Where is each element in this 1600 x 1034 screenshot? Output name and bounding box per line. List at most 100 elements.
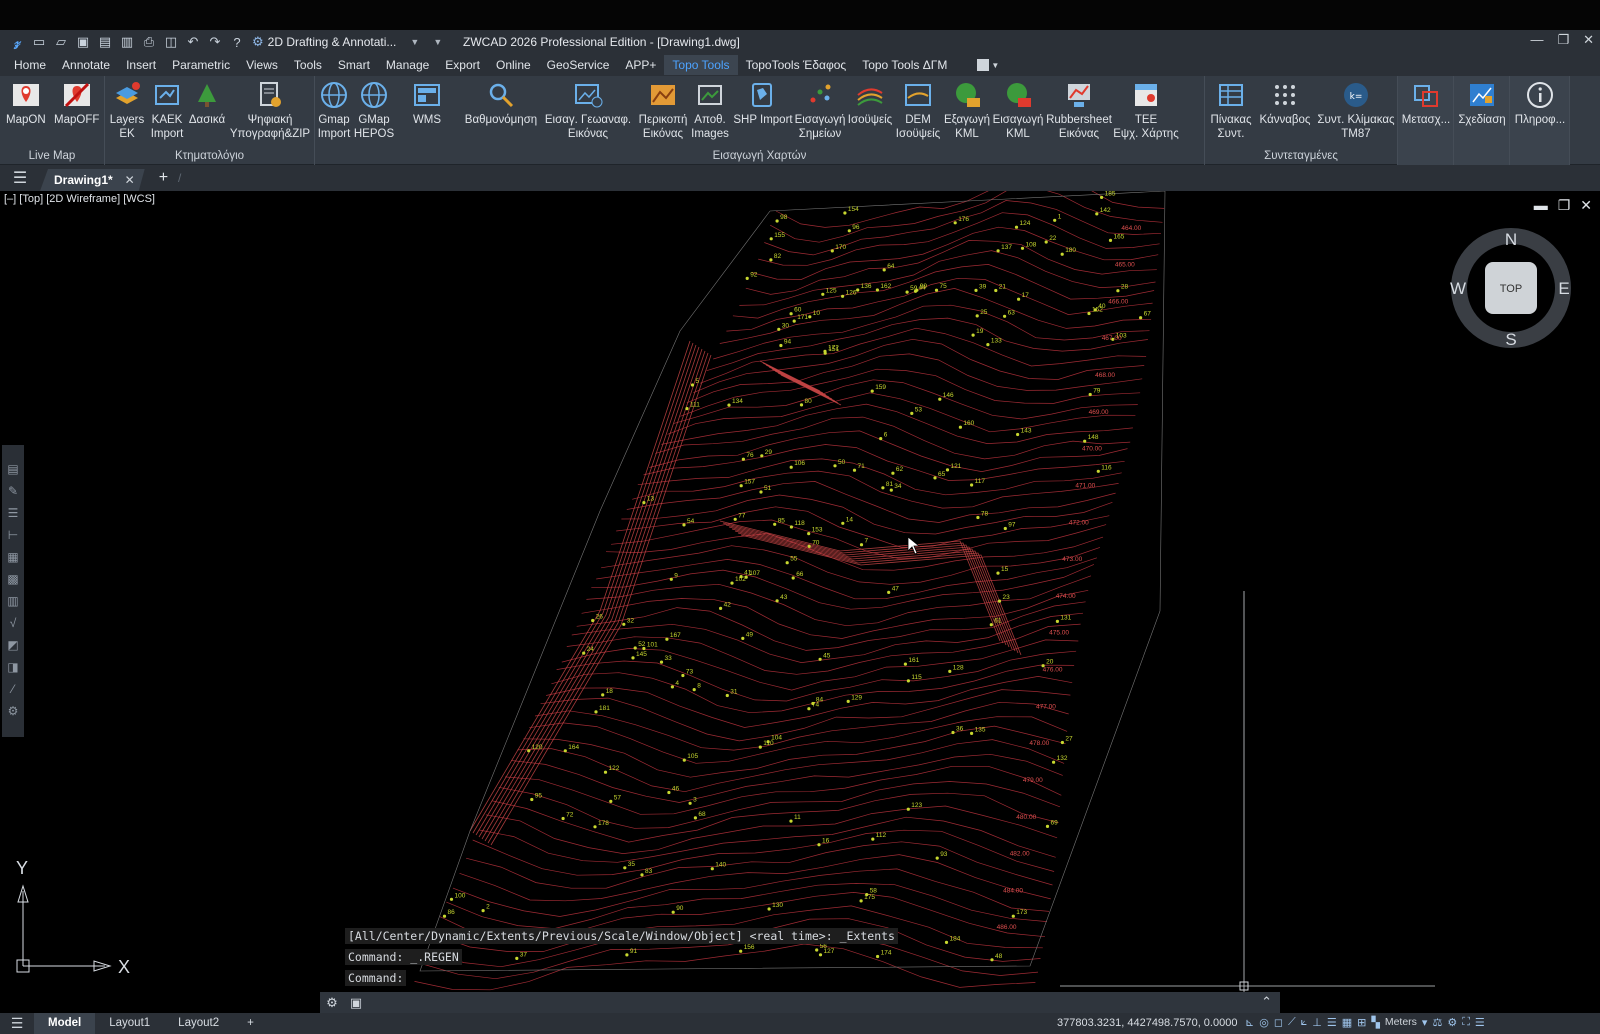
- palette-edit-icon[interactable]: ✎: [6, 483, 20, 499]
- compass-east[interactable]: E: [1558, 279, 1569, 298]
- mapon-button[interactable]: MapON: [6, 80, 46, 127]
- viewport-minimize-icon[interactable]: ▬: [1534, 197, 1548, 214]
- tab-layout1[interactable]: Layout1: [95, 1013, 164, 1034]
- customize-status-icon[interactable]: ☰: [1475, 1016, 1485, 1029]
- mapoff-button[interactable]: MapOFF: [54, 80, 99, 127]
- layers-ek-button[interactable]: Layers ΕΚ: [110, 80, 144, 141]
- save-as-icon[interactable]: ▤: [96, 33, 114, 51]
- customize-toolbar-icon[interactable]: ▼: [433, 37, 442, 47]
- new-tab-button[interactable]: +: [159, 169, 168, 187]
- import-points-button[interactable]: Εισαγωγή Σημείων: [795, 80, 845, 141]
- command-prompt-icon[interactable]: ▣: [344, 995, 368, 1011]
- command-line-bar[interactable]: ⚙ ▣ ⌃: [320, 992, 1280, 1013]
- menu-parametric[interactable]: Parametric: [164, 55, 238, 75]
- compass-north[interactable]: N: [1505, 230, 1517, 249]
- hamburger-menu-icon[interactable]: ☰: [0, 168, 40, 188]
- viewcube-top-face[interactable]: TOP: [1500, 283, 1522, 295]
- dem-contours-button[interactable]: DEM Ισοϋψείς: [895, 80, 941, 141]
- print-preview-icon[interactable]: ▥: [118, 33, 136, 51]
- contours-button[interactable]: Ισοϋψείς: [847, 80, 893, 127]
- viewport-controls-label[interactable]: [–] [Top] [2D Wireframe] [WCS]: [4, 193, 155, 205]
- transparency-icon[interactable]: ▦: [1342, 1016, 1352, 1029]
- undo-icon[interactable]: ↶: [184, 33, 202, 51]
- palette-layers-icon[interactable]: ▤: [6, 461, 20, 477]
- close-tab-icon[interactable]: ✕: [125, 169, 135, 191]
- help-icon[interactable]: ?: [228, 33, 246, 51]
- fullscreen-icon[interactable]: ⛶: [1462, 1016, 1470, 1029]
- tab-model[interactable]: Model: [34, 1013, 96, 1034]
- lineweight-icon[interactable]: ☰: [1327, 1016, 1337, 1029]
- chevron-up-icon[interactable]: ⌃: [1261, 994, 1272, 1010]
- tab-layout2[interactable]: Layout2: [164, 1013, 233, 1034]
- tee-map-button[interactable]: TEE Εψχ. Χάρτης: [1113, 80, 1179, 141]
- save-images-button[interactable]: Αποθ. Images: [690, 80, 730, 141]
- workspace-switch-icon[interactable]: ⚙: [1447, 1016, 1457, 1029]
- scale-coeff-button[interactable]: k= Συντ. Κλίμακας TM87: [1315, 80, 1397, 141]
- palette-pdf-icon[interactable]: ◨: [6, 659, 20, 675]
- coord-table-button[interactable]: Πίνακας Συντ.: [1207, 80, 1255, 141]
- plot-icon[interactable]: ◫: [162, 33, 180, 51]
- viewport-restore-icon[interactable]: ❐: [1558, 197, 1571, 214]
- snap-icon[interactable]: ◻: [1274, 1016, 1283, 1029]
- kaek-import-button[interactable]: KAEK Import: [147, 80, 187, 141]
- polar-icon[interactable]: ◎: [1259, 1016, 1269, 1029]
- export-kml-button[interactable]: Εξαγωγή KML: [943, 80, 991, 141]
- app-logo-icon[interactable]: 𝓏: [8, 33, 26, 51]
- calibration-button[interactable]: Βαθμονόμηση: [463, 80, 539, 127]
- ribbon-minimize-toggle[interactable]: ▼: [977, 59, 999, 71]
- import-kml-button[interactable]: Εισαγωγή KML: [993, 80, 1043, 141]
- menu-home[interactable]: Home: [6, 55, 54, 75]
- info-button[interactable]: Πληροφ... ▼: [1512, 80, 1568, 185]
- otrack-icon[interactable]: ⟀: [1301, 1016, 1308, 1029]
- palette-measure-icon[interactable]: √: [6, 615, 20, 631]
- redo-icon[interactable]: ↷: [206, 33, 224, 51]
- quick-props-icon[interactable]: ⊞: [1357, 1016, 1366, 1029]
- chevron-down-icon[interactable]: ▾: [1422, 1016, 1428, 1029]
- close-icon[interactable]: ✕: [1583, 32, 1594, 48]
- dyn-icon[interactable]: ⊥: [1312, 1016, 1322, 1029]
- menu-manage[interactable]: Manage: [378, 55, 437, 75]
- save-icon[interactable]: ▣: [74, 33, 92, 51]
- dasika-button[interactable]: Δασικά: [187, 80, 227, 127]
- menu-topo-tools[interactable]: Topo Tools: [664, 55, 738, 75]
- palette-list-icon[interactable]: ☰: [6, 505, 20, 521]
- palette-dimension-icon[interactable]: ⊢: [6, 527, 20, 543]
- gmap-import-button[interactable]: Gmap Import: [317, 80, 351, 141]
- print-icon[interactable]: ⎙: [140, 33, 158, 51]
- gmap-hepos-button[interactable]: GMap HEPOS: [353, 80, 395, 141]
- transform-button[interactable]: Μετασχ... ▼: [1400, 80, 1452, 185]
- grid-button[interactable]: Κάνναβος: [1257, 80, 1313, 127]
- palette-image-icon[interactable]: ◩: [6, 637, 20, 653]
- add-layout-button[interactable]: +: [233, 1013, 268, 1034]
- command-settings-icon[interactable]: ⚙: [320, 995, 344, 1011]
- viewcube[interactable]: TOP N S E W: [1448, 225, 1574, 351]
- menu-views[interactable]: Views: [238, 55, 286, 75]
- menu-insert[interactable]: Insert: [118, 55, 164, 75]
- palette-table-icon[interactable]: ▥: [6, 593, 20, 609]
- shp-import-button[interactable]: SHP Import: [733, 80, 793, 127]
- menu-smart[interactable]: Smart: [330, 55, 378, 75]
- crop-image-button[interactable]: Περικοπή Εικόνας: [637, 80, 689, 141]
- minimize-icon[interactable]: —: [1530, 32, 1543, 48]
- osnap-icon[interactable]: ⟋: [1288, 1016, 1296, 1029]
- digital-signature-button[interactable]: Ψηφιακή Υπογραφή&ZIP: [227, 80, 313, 141]
- open-icon[interactable]: ▱: [52, 33, 70, 51]
- menu-export[interactable]: Export: [437, 55, 488, 75]
- compass-west[interactable]: W: [1450, 279, 1466, 298]
- layout-menu-icon[interactable]: ☰: [0, 1015, 34, 1032]
- annotation-scale-icon[interactable]: ⚖: [1432, 1016, 1442, 1029]
- compass-south[interactable]: S: [1505, 330, 1516, 349]
- new-icon[interactable]: ▭: [30, 33, 48, 51]
- menu-app-plus[interactable]: APP+: [617, 55, 664, 75]
- maximize-icon[interactable]: ❐: [1557, 32, 1569, 48]
- menu-geoservice[interactable]: GeoService: [539, 55, 618, 75]
- wms-button[interactable]: WMS: [409, 80, 445, 127]
- menu-topotools-edafos[interactable]: TopoTools Έδαφος: [738, 55, 855, 75]
- palette-block-icon[interactable]: ▦: [6, 549, 20, 565]
- rubbersheet-button[interactable]: Rubbersheet Εικόνας: [1045, 80, 1113, 141]
- georef-image-button[interactable]: Εισαγ. Γεωαναφ. Εικόνας: [545, 80, 631, 141]
- ortho-icon[interactable]: ⊾: [1245, 1016, 1254, 1029]
- menu-tools[interactable]: Tools: [286, 55, 330, 75]
- viewport-close-icon[interactable]: ✕: [1580, 197, 1592, 214]
- menu-topo-tools-dgm[interactable]: Topo Tools ΔΓΜ: [854, 55, 955, 75]
